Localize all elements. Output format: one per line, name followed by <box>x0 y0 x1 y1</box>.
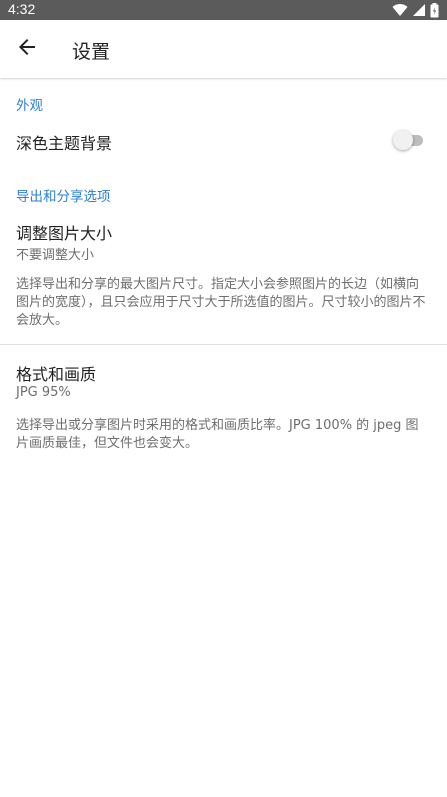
wifi-icon <box>392 3 408 17</box>
resize-image-summary: 不要调整大小 <box>16 248 95 263</box>
divider <box>0 344 447 345</box>
app-bar: 设置 <box>0 20 447 78</box>
status-bar: 4:32 <box>0 0 447 20</box>
resize-image-description: 选择导出和分享的最大图片尺寸。指定大小会参照图片的长边（如横向图片的宽度），且只… <box>16 277 426 328</box>
resize-image-setting[interactable]: 调整图片大小 不要调整大小 选择导出和分享的最大图片尺寸。指定大小会参照图片的长… <box>0 214 447 344</box>
signal-icon <box>412 3 426 17</box>
format-quality-summary: JPG 95% <box>16 385 71 400</box>
resize-image-title: 调整图片大小 <box>16 224 113 243</box>
dark-theme-setting[interactable]: 深色主题背景 <box>0 120 447 160</box>
toggle-thumb <box>393 130 413 150</box>
dark-theme-toggle[interactable] <box>393 130 423 150</box>
format-quality-description: 选择导出或分享图片时采用的格式和画质比率。JPG 100% 的 jpeg 图片画… <box>16 418 419 451</box>
status-time: 4:32 <box>8 1 36 17</box>
section-header-appearance: 外观 <box>16 98 43 114</box>
section-header-export-share: 导出和分享选项 <box>16 189 111 205</box>
format-quality-title: 格式和画质 <box>16 365 97 384</box>
battery-icon <box>430 2 439 18</box>
status-icons <box>392 2 439 18</box>
back-button[interactable] <box>10 32 44 66</box>
page-title: 设置 <box>72 41 111 63</box>
format-quality-setting[interactable]: 格式和画质 JPG 95% 选择导出或分享图片时采用的格式和画质比率。JPG 1… <box>0 354 447 464</box>
arrow-left-icon <box>17 37 37 61</box>
dark-theme-title: 深色主题背景 <box>16 134 113 153</box>
